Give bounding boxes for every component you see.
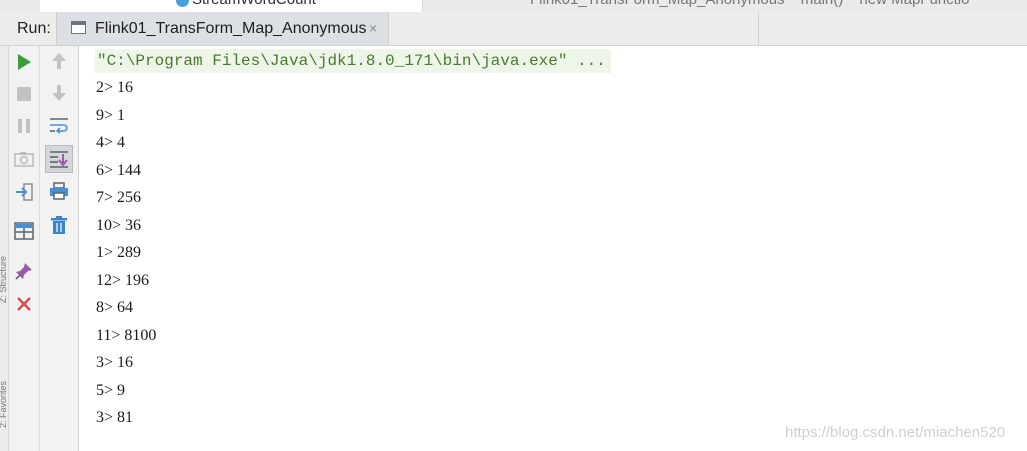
favorites-tool-tab[interactable]: 2: Favorites — [0, 381, 8, 428]
command-line: "C:\Program Files\Java\jdk1.8.0_171\bin\… — [95, 49, 611, 73]
dump-threads-button[interactable] — [12, 147, 36, 171]
breadcrumb: Flink01_TransForm_Map_Anonymous main() n… — [530, 0, 981, 8]
output-line: 7> 256 — [96, 189, 142, 206]
editor-header-strip: StreamWordCount Flink01_TransForm_Map_An… — [0, 0, 1027, 12]
trash-icon — [51, 216, 67, 234]
close-icon[interactable]: × — [369, 21, 377, 35]
camera-icon — [14, 152, 34, 167]
scroll-to-end-icon — [50, 151, 68, 168]
output-line: 6> 144 — [96, 161, 142, 179]
run-toolbar-secondary — [40, 46, 79, 451]
stop-icon — [17, 87, 31, 101]
console-output[interactable]: "C:\Program Files\Java\jdk1.8.0_171\bin\… — [79, 46, 1027, 451]
pause-icon — [18, 119, 30, 133]
console-window-icon — [71, 21, 86, 34]
output-line: 3> 16 — [96, 354, 134, 371]
project-tree-item[interactable]: StreamWordCount — [192, 0, 316, 8]
pause-button[interactable] — [12, 114, 36, 138]
close-run-button[interactable] — [12, 292, 36, 316]
breadcrumb-item[interactable]: new MapFunctio — [859, 0, 969, 8]
output-line: 4> 4 — [96, 134, 126, 151]
pin-tab-button[interactable] — [12, 259, 36, 283]
output-line: 2> 16 — [96, 79, 134, 96]
watermark: https://blog.csdn.net/miachen520 — [785, 424, 1006, 441]
layout-icon — [14, 222, 34, 240]
output-line: 9> 1 — [96, 106, 126, 124]
previous-occurrence-button[interactable] — [47, 49, 71, 73]
class-icon — [176, 0, 189, 7]
run-tool-window-header: Run: Flink01_TransForm_Map_Anonymous × — [0, 12, 1027, 46]
run-tab-title: Flink01_TransForm_Map_Anonymous — [95, 20, 367, 37]
output-line: 12> 196 — [96, 271, 150, 289]
pin-icon — [15, 263, 32, 280]
next-occurrence-button[interactable] — [47, 81, 71, 105]
clear-all-button[interactable] — [47, 213, 71, 237]
run-toolbar-primary — [9, 46, 40, 451]
rerun-button[interactable] — [12, 50, 36, 74]
output-line: 5> 9 — [96, 381, 126, 399]
soft-wrap-button[interactable] — [47, 113, 71, 137]
divider — [758, 12, 759, 45]
print-button[interactable] — [47, 179, 71, 203]
down-arrow-icon — [52, 85, 66, 101]
layout-button[interactable] — [12, 219, 36, 243]
output-line: 3> 81 — [96, 409, 134, 426]
run-config-tab[interactable]: Flink01_TransForm_Map_Anonymous × — [56, 12, 389, 45]
run-label: Run: — [17, 20, 51, 37]
close-icon — [17, 297, 31, 311]
breadcrumb-item[interactable]: main() — [801, 0, 844, 8]
print-icon — [50, 182, 68, 200]
run-icon — [18, 54, 31, 70]
output-line: 10> 36 — [96, 216, 142, 234]
side-tool-gutter: Z: Structure 2: Favorites — [0, 46, 9, 451]
soft-wrap-icon — [50, 118, 68, 134]
restore-layout-button[interactable] — [12, 180, 36, 204]
structure-tool-tab[interactable]: Z: Structure — [0, 256, 8, 303]
login-icon — [16, 183, 33, 201]
output-line: 8> 64 — [96, 299, 134, 316]
stop-button[interactable] — [12, 82, 36, 106]
up-arrow-icon — [52, 53, 66, 69]
breadcrumb-item[interactable]: Flink01_TransForm_Map_Anonymous — [530, 0, 785, 8]
output-line: 11> 8100 — [96, 326, 157, 344]
output-line: 1> 289 — [96, 244, 142, 261]
project-tree-strip: StreamWordCount — [40, 0, 423, 12]
scroll-to-end-button[interactable] — [45, 145, 73, 173]
